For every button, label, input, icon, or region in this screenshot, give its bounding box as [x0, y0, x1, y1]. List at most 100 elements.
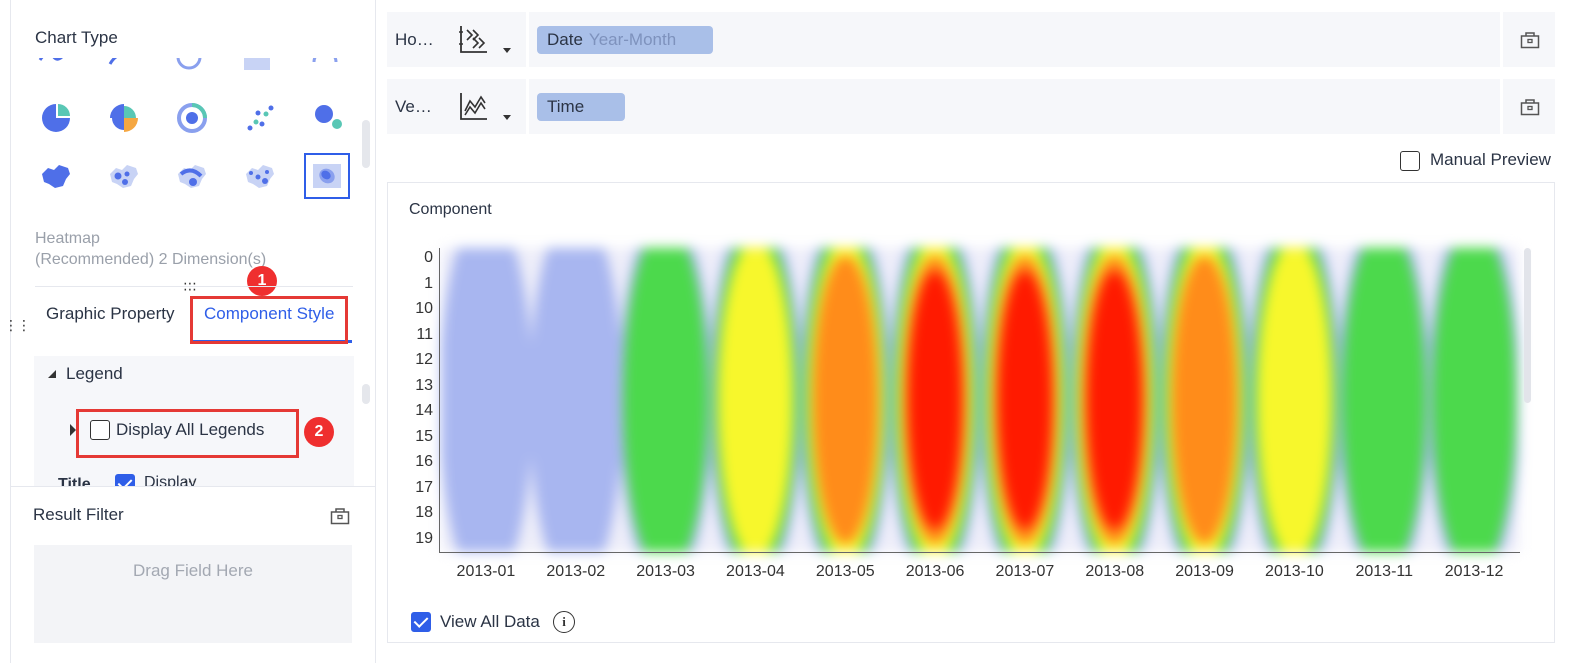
manual-preview-checkbox[interactable]: [1400, 151, 1420, 171]
vertical-axis-toolbox-icon[interactable]: [1520, 98, 1540, 116]
chart-type-scatter-icon[interactable]: [237, 95, 283, 141]
heatmap-icon[interactable]: [304, 153, 350, 199]
chart-type-rose-pie-icon[interactable]: [101, 95, 147, 141]
x-tick-label: 2013-01: [456, 563, 516, 580]
date-field-pill[interactable]: Date Year-Month: [537, 26, 713, 54]
horizontal-axis-toolbox-icon[interactable]: [1520, 31, 1540, 49]
heatmap-y-axis-line: [439, 248, 440, 553]
x-tick-label: 2013-02: [546, 563, 606, 580]
x-tick-label: 2013-08: [1085, 563, 1145, 580]
y-tick-label: 14: [415, 402, 433, 420]
y-tick-label: 0: [424, 249, 433, 266]
y-tick-label: 16: [415, 453, 433, 471]
heatmap-x-axis-line: [439, 552, 1520, 553]
panel-resize-grip[interactable]: ⋮⋮: [4, 318, 31, 332]
heat-blob: [1431, 248, 1517, 552]
horizontal-axis-dropdown-caret[interactable]: [503, 48, 511, 53]
heat-blob: [623, 248, 708, 552]
highlight-box-display-all-legends: [76, 409, 299, 458]
chart-type-caption-name: Heatmap: [35, 230, 100, 247]
step-badge-1: 1: [247, 266, 277, 296]
result-filter-drop-zone[interactable]: Drag Field Here: [34, 545, 352, 643]
chart-type-caption: Heatmap (Recommended) 2 Dimension(s): [35, 228, 266, 270]
horizontal-axis-row: Ho… Date Year-Month: [387, 12, 1555, 67]
component-title: Component: [409, 201, 492, 218]
vertical-axis-dropdown-caret[interactable]: [503, 115, 511, 120]
chart-type-grid: [30, 58, 360, 208]
horizontal-axis-separator: [526, 12, 529, 67]
x-tick-label: 2013-06: [905, 563, 965, 580]
chart-type-multilayer-pie-icon[interactable]: [169, 95, 215, 141]
chart-scrollbar[interactable]: [1524, 248, 1531, 403]
vertical-axis-separator-right: [1500, 79, 1503, 134]
scatter-map-icon[interactable]: [101, 154, 147, 200]
collapse-triangle-icon[interactable]: [48, 370, 58, 380]
y-tick-label: 11: [416, 325, 433, 343]
dot-map-icon[interactable]: [237, 154, 283, 200]
heat-blob: [528, 248, 623, 552]
filter-resize-grip[interactable]: ⋯: [183, 474, 197, 488]
y-tick-label: 12: [415, 351, 433, 369]
chart-type-bubble-icon[interactable]: [305, 95, 351, 141]
china-map-icon[interactable]: [33, 154, 79, 200]
chart-type-curve-icon[interactable]: [98, 58, 144, 80]
heat-blob: [441, 248, 534, 552]
x-tick-label: 2013-11: [1355, 563, 1414, 580]
y-tick-label: 13: [415, 376, 433, 394]
legend-section-label[interactable]: Legend: [66, 364, 123, 384]
y-tick-label: 10: [415, 300, 433, 318]
y-tick-label: 17: [415, 478, 433, 496]
tabs-top-divider: [35, 286, 353, 287]
app-root: ⋮⋮ Chart Type Heatmap (Recommended) 2 Di…: [0, 0, 1586, 663]
chart-type-area-icon[interactable]: [234, 58, 280, 80]
highlight-box-component-style: [190, 296, 348, 344]
time-field-name: Time: [547, 97, 585, 116]
vertical-axis-type-icon[interactable]: [457, 91, 489, 123]
x-tick-label: 2013-05: [815, 563, 875, 580]
title-label: Title: [58, 476, 91, 486]
chart-type-line-icon[interactable]: [30, 58, 76, 80]
info-icon[interactable]: i: [553, 611, 575, 633]
x-tick-label: 2013-10: [1265, 563, 1324, 580]
step-badge-2: 2: [304, 417, 334, 447]
y-tick-label: 19: [415, 529, 433, 547]
result-filter-toolbox-icon[interactable]: [330, 507, 350, 525]
result-filter-title: Result Filter: [33, 505, 124, 524]
chart-type-gauge-icon[interactable]: [302, 58, 348, 80]
view-all-data-label[interactable]: View All Data: [440, 612, 540, 632]
horizontal-axis-label: Ho…: [395, 30, 434, 49]
date-field-granularity: Year-Month: [588, 30, 677, 49]
heat-blob: [997, 270, 1053, 530]
y-tick-label: 1: [424, 274, 433, 292]
view-all-data-checkbox[interactable]: [411, 612, 431, 632]
chart-type-radar-icon[interactable]: [166, 58, 212, 80]
y-tick-label: 15: [415, 427, 433, 445]
style-panel-scrollbar[interactable]: [362, 384, 370, 404]
manual-preview-label[interactable]: Manual Preview: [1430, 150, 1551, 170]
chart-type-title: Chart Type: [35, 28, 118, 47]
x-tick-label: 2013-03: [636, 563, 695, 580]
chart-type-scrollbar[interactable]: [362, 120, 370, 168]
chart-type-caption-recommend: (Recommended) 2 Dimension(s): [35, 251, 267, 268]
x-tick-label: 2013-09: [1175, 563, 1234, 580]
heat-blob: [1342, 248, 1427, 552]
heatmap-plot-area: [441, 248, 1519, 552]
x-tick-label: 2013-07: [995, 563, 1055, 580]
title-display-checkbox[interactable]: [115, 474, 135, 486]
flow-map-icon[interactable]: [169, 154, 215, 200]
vertical-axis-label: Ve…: [395, 97, 432, 116]
heat-blob: [1257, 248, 1332, 552]
heat-blob: [812, 255, 878, 545]
heat-blob: [718, 248, 793, 552]
y-tick-label: 18: [415, 504, 433, 522]
time-field-pill[interactable]: Time: [537, 93, 625, 121]
tab-graphic-property[interactable]: Graphic Property: [46, 304, 175, 324]
horizontal-axis-type-icon[interactable]: [457, 24, 489, 56]
heat-blob: [1172, 255, 1237, 545]
date-field-name: Date: [547, 30, 583, 49]
vertical-axis-row: Ve… Time: [387, 79, 1555, 134]
vertical-axis-separator: [526, 79, 529, 134]
chart-type-pie-icon[interactable]: [33, 95, 79, 141]
x-tick-label: 2013-04: [726, 563, 785, 580]
heat-blob: [907, 270, 963, 530]
